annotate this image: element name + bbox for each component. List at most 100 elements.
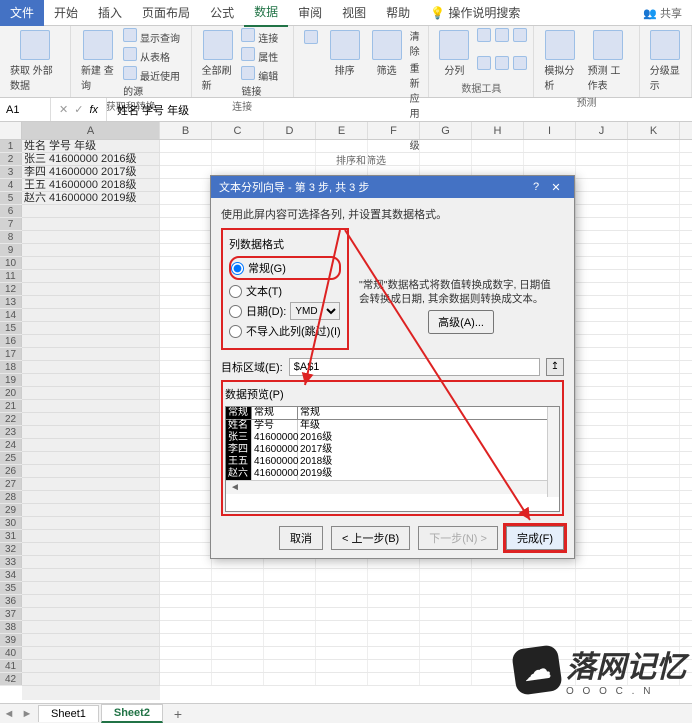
cell[interactable] xyxy=(316,582,368,594)
row-header[interactable]: 19 xyxy=(0,374,22,386)
row-header[interactable]: 8 xyxy=(0,231,22,243)
cell[interactable] xyxy=(22,231,160,243)
cell[interactable] xyxy=(368,673,420,685)
cell[interactable] xyxy=(160,673,212,685)
cell[interactable] xyxy=(22,439,160,451)
cell[interactable] xyxy=(628,309,680,321)
cell[interactable] xyxy=(628,387,680,399)
cell[interactable] xyxy=(22,452,160,464)
dialog-titlebar[interactable]: 文本分列向导 - 第 3 步, 共 3 步 ? ✕ xyxy=(211,176,574,198)
tab-help[interactable]: 帮助 xyxy=(376,0,420,26)
ref-picker-button[interactable]: ↥ xyxy=(546,358,564,376)
cell[interactable] xyxy=(576,530,628,542)
cell[interactable] xyxy=(160,478,212,490)
row-header[interactable]: 36 xyxy=(0,595,22,607)
row-header[interactable]: 20 xyxy=(0,387,22,399)
preview-hscroll[interactable]: ◄► xyxy=(226,480,559,494)
col-header-B[interactable]: B xyxy=(160,122,212,139)
btn-from-table[interactable]: 从表格 xyxy=(123,47,184,64)
tab-nav-first[interactable]: ◄ xyxy=(0,708,18,720)
cell[interactable] xyxy=(420,673,472,685)
row-header[interactable]: 34 xyxy=(0,569,22,581)
cell[interactable] xyxy=(628,322,680,334)
scroll-left-icon[interactable]: ◄ xyxy=(230,482,240,493)
cell[interactable] xyxy=(576,153,628,165)
row-header[interactable]: 25 xyxy=(0,452,22,464)
radio-text[interactable] xyxy=(229,285,242,298)
cell[interactable] xyxy=(22,270,160,282)
cell[interactable] xyxy=(22,387,160,399)
cell[interactable] xyxy=(368,608,420,620)
cell[interactable] xyxy=(628,595,680,607)
cell[interactable] xyxy=(628,413,680,425)
cell[interactable] xyxy=(160,218,212,230)
cell[interactable] xyxy=(628,140,680,152)
finish-button[interactable]: 完成(F) xyxy=(506,526,564,550)
datamodel-icon[interactable] xyxy=(513,56,527,70)
help-button[interactable]: ? xyxy=(526,181,546,193)
cell[interactable] xyxy=(22,400,160,412)
tab-insert[interactable]: 插入 xyxy=(88,0,132,26)
cell[interactable] xyxy=(160,504,212,516)
cell[interactable] xyxy=(576,348,628,360)
row-header[interactable]: 41 xyxy=(0,660,22,672)
cell[interactable] xyxy=(420,660,472,672)
row-header[interactable]: 42 xyxy=(0,673,22,685)
cell[interactable] xyxy=(160,400,212,412)
cell[interactable] xyxy=(628,179,680,191)
cell[interactable] xyxy=(264,673,316,685)
cancel-button[interactable]: 取消 xyxy=(279,526,323,550)
cell[interactable] xyxy=(160,621,212,633)
row-header[interactable]: 30 xyxy=(0,517,22,529)
cell[interactable] xyxy=(160,452,212,464)
row-header[interactable]: 23 xyxy=(0,426,22,438)
flashfill-icon[interactable] xyxy=(477,28,491,42)
col-header-I[interactable]: I xyxy=(524,122,576,139)
radio-general[interactable] xyxy=(231,262,244,275)
cell[interactable] xyxy=(576,335,628,347)
cell[interactable] xyxy=(264,608,316,620)
cell[interactable] xyxy=(22,647,160,659)
col-header-F[interactable]: F xyxy=(368,122,420,139)
cell[interactable] xyxy=(628,257,680,269)
cell[interactable] xyxy=(22,556,160,568)
cell[interactable] xyxy=(212,673,264,685)
cell[interactable] xyxy=(160,231,212,243)
cell[interactable] xyxy=(368,621,420,633)
row-header[interactable]: 26 xyxy=(0,465,22,477)
cell[interactable] xyxy=(628,465,680,477)
cell[interactable] xyxy=(472,595,524,607)
cell[interactable] xyxy=(368,595,420,607)
btn-show-query[interactable]: 显示查询 xyxy=(123,28,184,45)
cell[interactable] xyxy=(576,595,628,607)
cell[interactable] xyxy=(316,140,368,152)
cell[interactable] xyxy=(628,296,680,308)
cell[interactable] xyxy=(316,673,368,685)
cell[interactable] xyxy=(160,283,212,295)
name-box[interactable]: A1 xyxy=(0,102,50,118)
cell[interactable] xyxy=(628,426,680,438)
cell[interactable] xyxy=(212,634,264,646)
cell[interactable] xyxy=(420,153,472,165)
cell[interactable] xyxy=(160,517,212,529)
row-header[interactable]: 10 xyxy=(0,257,22,269)
cell[interactable] xyxy=(264,660,316,672)
cell[interactable] xyxy=(160,192,212,204)
cell[interactable] xyxy=(160,374,212,386)
radio-date[interactable] xyxy=(229,305,242,318)
cell[interactable] xyxy=(368,153,420,165)
cell[interactable]: 李四 41600000 2017级 xyxy=(22,166,160,178)
cell[interactable] xyxy=(576,166,628,178)
cell[interactable] xyxy=(628,348,680,360)
cell[interactable] xyxy=(264,140,316,152)
cell[interactable] xyxy=(472,153,524,165)
cell[interactable] xyxy=(22,413,160,425)
cell[interactable] xyxy=(212,140,264,152)
row-header[interactable]: 17 xyxy=(0,348,22,360)
cell[interactable] xyxy=(576,296,628,308)
cell[interactable] xyxy=(576,452,628,464)
tab-data[interactable]: 数据 xyxy=(244,0,288,27)
cell[interactable]: 赵六 41600000 2019级 xyxy=(22,192,160,204)
cell[interactable] xyxy=(160,335,212,347)
row-header[interactable]: 35 xyxy=(0,582,22,594)
